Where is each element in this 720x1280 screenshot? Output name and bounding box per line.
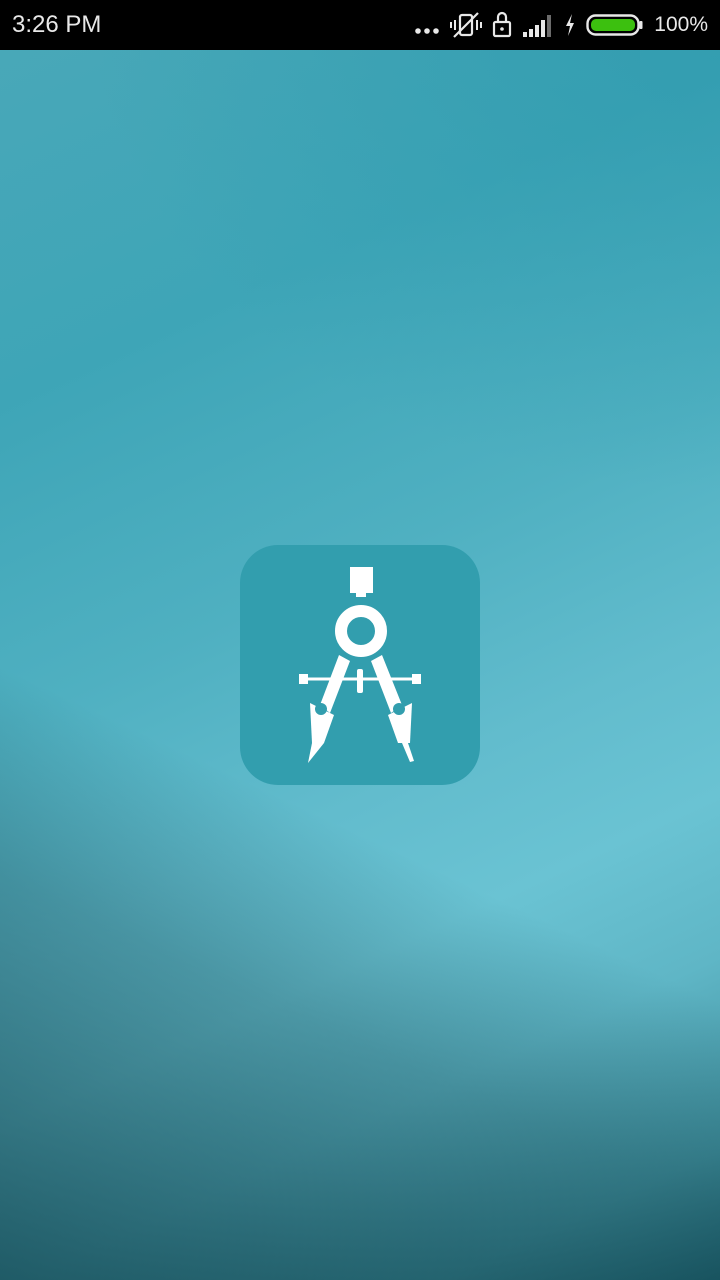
vibrate-off-icon [450,10,483,40]
battery-icon [586,10,644,40]
battery-percent: 100% [654,13,708,36]
drafting-compass-icon [299,567,421,763]
lock-icon [492,10,512,40]
signal-icon [522,10,554,40]
charging-icon [564,10,576,40]
status-time: 3:26 PM [12,11,102,38]
splash-screen: 3:26 PM 100% [0,0,720,1280]
app-logo [240,545,480,785]
status-icons: 100% [414,10,708,40]
more-dots-icon [414,10,440,40]
status-bar: 3:26 PM 100% [0,0,720,50]
